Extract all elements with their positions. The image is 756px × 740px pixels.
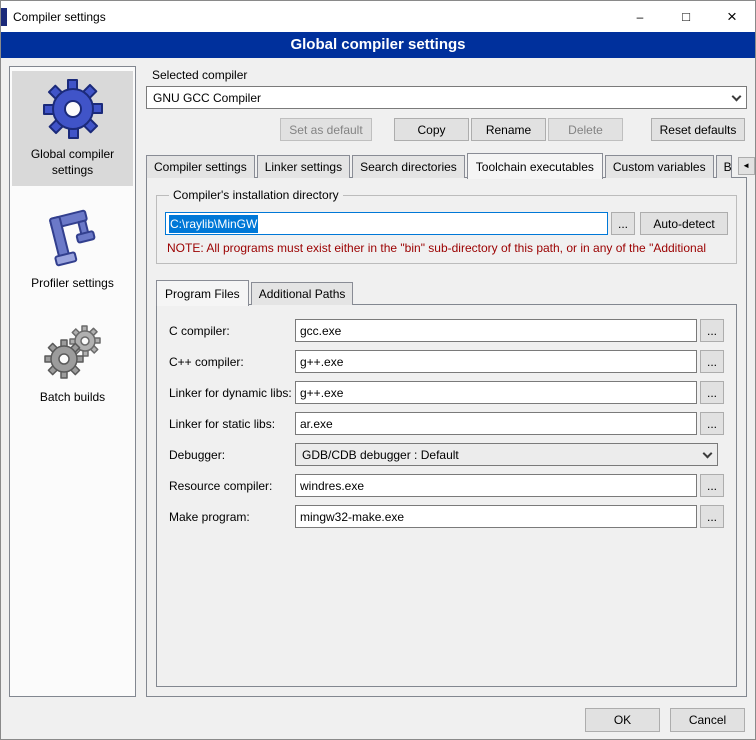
tab-scroll-arrows: ◄ ► — [736, 157, 756, 175]
compiler-actions-row: Set as default Copy Rename Delete Reset … — [146, 118, 747, 141]
tab-additional-paths[interactable]: Additional Paths — [251, 282, 354, 305]
cancel-button[interactable]: Cancel — [670, 708, 745, 732]
make-program-label: Make program: — [169, 510, 295, 524]
c-compiler-label: C compiler: — [169, 324, 295, 338]
sidebar-item-label: Batch builds — [14, 390, 131, 406]
row-debugger: Debugger: GDB/CDB debugger : Default — [169, 443, 724, 466]
sidebar-item-batch-builds[interactable]: Batch builds — [12, 314, 133, 414]
program-files-tabstrip: Program Files Additional Paths — [156, 280, 737, 305]
toolchain-executables-panel: Compiler's installation directory C:\ray… — [146, 177, 747, 697]
close-icon: × — [727, 8, 737, 25]
row-make-program: Make program: ... — [169, 505, 724, 528]
c-compiler-input[interactable] — [295, 319, 697, 342]
minimize-button[interactable]: – — [617, 1, 663, 32]
resource-compiler-input[interactable] — [295, 474, 697, 497]
compiler-settings-window: Compiler settings – □ × Global compiler … — [0, 0, 756, 740]
linker-static-browse-button[interactable]: ... — [700, 412, 724, 435]
make-program-input[interactable] — [295, 505, 697, 528]
linker-static-label: Linker for static libs: — [169, 417, 295, 431]
tab-search-directories[interactable]: Search directories — [352, 155, 465, 178]
settings-tabstrip: Compiler settings Linker settings Search… — [146, 153, 747, 178]
row-linker-dynamic: Linker for dynamic libs: ... — [169, 381, 724, 404]
sidebar-item-label: Profiler settings — [14, 276, 131, 292]
tab-toolchain-executables[interactable]: Toolchain executables — [467, 153, 603, 179]
dialog-footer: OK Cancel — [1, 701, 755, 739]
installation-directory-browse-button[interactable]: ... — [611, 212, 635, 235]
auto-detect-button[interactable]: Auto-detect — [640, 212, 728, 235]
tab-build-options-clipped[interactable]: Builc — [716, 155, 732, 178]
installation-directory-row: C:\raylib\MinGW ... Auto-detect — [165, 212, 728, 235]
selected-compiler-value: GNU GCC Compiler — [153, 91, 261, 105]
tab-linker-settings[interactable]: Linker settings — [257, 155, 350, 178]
sidebar-item-label: Global compiler settings — [14, 147, 131, 178]
cpp-compiler-label: C++ compiler: — [169, 355, 295, 369]
dialog-header: Global compiler settings — [1, 32, 755, 58]
sidebar-item-global-compiler-settings[interactable]: Global compiler settings — [12, 71, 133, 186]
delete-button: Delete — [548, 118, 623, 141]
make-program-browse-button[interactable]: ... — [700, 505, 724, 528]
linker-dynamic-browse-button[interactable]: ... — [700, 381, 724, 404]
tab-program-files[interactable]: Program Files — [156, 280, 249, 306]
resource-compiler-browse-button[interactable]: ... — [700, 474, 724, 497]
gray-gears-icon — [41, 320, 105, 384]
linker-static-input[interactable] — [295, 412, 697, 435]
c-compiler-browse-button[interactable]: ... — [700, 319, 724, 342]
chevron-down-icon — [697, 444, 717, 465]
rename-button[interactable]: Rename — [471, 118, 546, 141]
linker-dynamic-label: Linker for dynamic libs: — [169, 386, 295, 400]
close-button[interactable]: × — [709, 1, 755, 32]
window-controls: – □ × — [617, 1, 755, 32]
sidebar-item-profiler-settings[interactable]: Profiler settings — [12, 200, 133, 300]
installation-directory-legend: Compiler's installation directory — [169, 188, 343, 202]
maximize-icon: □ — [682, 10, 690, 23]
installation-directory-selected-text: C:\raylib\MinGW — [169, 215, 258, 233]
window-title: Compiler settings — [13, 10, 106, 24]
minimize-icon: – — [637, 11, 644, 23]
cpp-compiler-input[interactable] — [295, 350, 697, 373]
profiler-clamp-icon — [41, 206, 105, 270]
reset-defaults-button[interactable]: Reset defaults — [651, 118, 745, 141]
cpp-compiler-browse-button[interactable]: ... — [700, 350, 724, 373]
row-c-compiler: C compiler: ... — [169, 319, 724, 342]
row-linker-static: Linker for static libs: ... — [169, 412, 724, 435]
chevron-down-icon — [726, 87, 746, 108]
arrow-left-icon: ◄ — [742, 161, 750, 170]
row-cpp-compiler: C++ compiler: ... — [169, 350, 724, 373]
main-content: Selected compiler GNU GCC Compiler Set a… — [146, 66, 747, 697]
row-resource-compiler: Resource compiler: ... — [169, 474, 724, 497]
blue-gear-icon — [41, 77, 105, 141]
set-as-default-button: Set as default — [280, 118, 372, 141]
tab-compiler-settings[interactable]: Compiler settings — [146, 155, 255, 178]
titlebar: Compiler settings – □ × — [1, 1, 755, 32]
selected-compiler-label: Selected compiler — [152, 68, 747, 82]
programs-note-text: NOTE: All programs must exist either in … — [167, 241, 726, 255]
window-icon — [1, 8, 7, 26]
debugger-value: GDB/CDB debugger : Default — [302, 448, 459, 462]
linker-dynamic-input[interactable] — [295, 381, 697, 404]
selected-compiler-combobox[interactable]: GNU GCC Compiler — [146, 86, 747, 109]
installation-directory-input[interactable]: C:\raylib\MinGW — [165, 212, 608, 235]
installation-directory-group: Compiler's installation directory C:\ray… — [156, 188, 737, 264]
debugger-combobox[interactable]: GDB/CDB debugger : Default — [295, 443, 718, 466]
tab-custom-variables[interactable]: Custom variables — [605, 155, 714, 178]
resource-compiler-label: Resource compiler: — [169, 479, 295, 493]
tab-scroll-left-button[interactable]: ◄ — [738, 157, 755, 175]
program-files-panel: C compiler: ... C++ compiler: ... Linker… — [156, 304, 737, 687]
debugger-label: Debugger: — [169, 448, 295, 462]
maximize-button[interactable]: □ — [663, 1, 709, 32]
ok-button[interactable]: OK — [585, 708, 660, 732]
settings-sidebar: Global compiler settings Profiler settin… — [9, 66, 136, 697]
dialog-body: Global compiler settings Profiler settin… — [1, 58, 755, 701]
copy-button[interactable]: Copy — [394, 118, 469, 141]
